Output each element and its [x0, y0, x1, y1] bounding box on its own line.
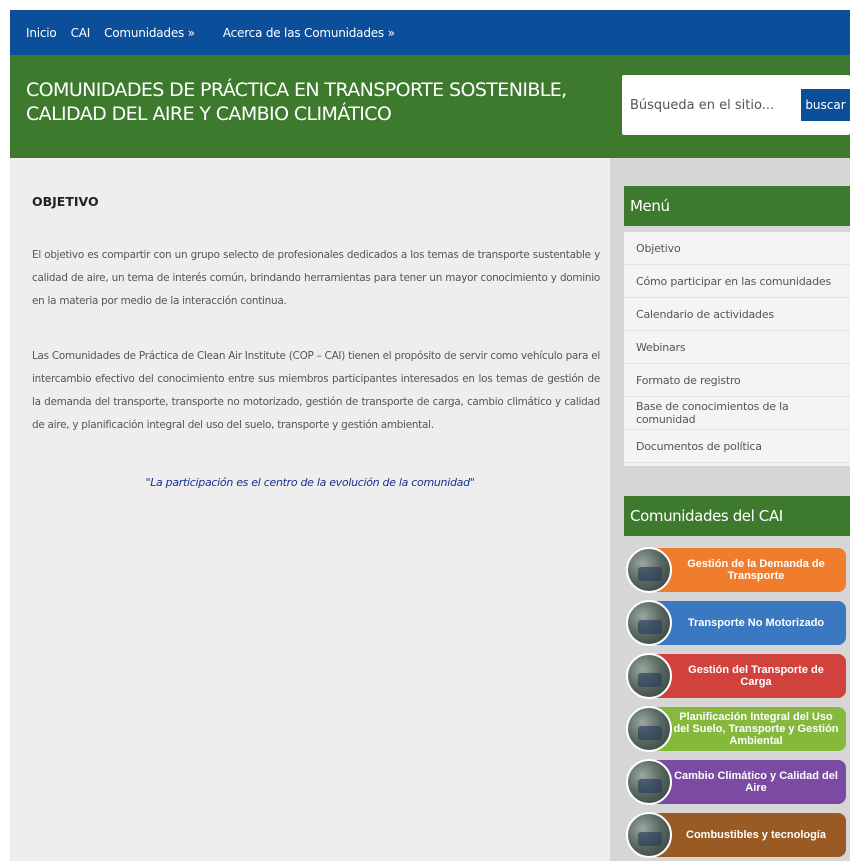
- nav-link-comunidades[interactable]: Comunidades »: [104, 26, 195, 40]
- description-paragraph: Las Comunidades de Práctica de Clean Air…: [32, 350, 601, 431]
- sidebar-menu: Objetivo Cómo participar en las comunida…: [624, 232, 850, 466]
- community-photo-icon: [626, 600, 672, 646]
- community-label: Transporte No Motorizado: [646, 601, 846, 645]
- nav-link-cai[interactable]: CAI: [71, 26, 91, 40]
- site-header: COMUNIDADES DE PRÁCTICA EN TRANSPORTE SO…: [10, 55, 850, 158]
- community-label: Planificación Integral del Uso del Suelo…: [646, 707, 846, 751]
- menu-widget-title: Menú: [624, 186, 850, 226]
- community-photo-icon: [626, 547, 672, 593]
- menu-item-webinars[interactable]: Webinars: [624, 331, 850, 364]
- community-photo-icon: [626, 653, 672, 699]
- menu-item-formato-registro[interactable]: Formato de registro: [624, 364, 850, 397]
- main-content: OBJETIVO El objetivo es compartir con un…: [10, 158, 610, 861]
- section-heading: OBJETIVO: [32, 194, 99, 209]
- menu-item-objetivo[interactable]: Objetivo: [624, 232, 850, 265]
- objective-paragraph: El objetivo es compartir con un grupo se…: [32, 249, 600, 307]
- menu-item-como-participar[interactable]: Cómo participar en las comunidades: [624, 265, 850, 298]
- top-navigation: Inicio CAI Comunidades » Acerca de las C…: [10, 10, 850, 55]
- community-photo-icon: [626, 706, 672, 752]
- site-title: COMUNIDADES DE PRÁCTICA EN TRANSPORTE SO…: [26, 79, 567, 125]
- community-banner-demanda[interactable]: Gestión de la Demanda de Transporte: [624, 544, 850, 594]
- community-label: Cambio Climático y Calidad del Aire: [646, 760, 846, 804]
- community-label: Combustibles y tecnología: [646, 813, 846, 857]
- nav-link-inicio[interactable]: Inicio: [26, 26, 57, 40]
- community-banner-cambio-climatico[interactable]: Cambio Climático y Calidad del Aire: [624, 756, 850, 806]
- community-photo-icon: [626, 759, 672, 805]
- search-button[interactable]: buscar: [801, 89, 850, 121]
- community-banner-planificacion[interactable]: Planificación Integral del Uso del Suelo…: [624, 703, 850, 753]
- search-input[interactable]: [630, 87, 798, 123]
- community-photo-icon: [626, 812, 672, 858]
- menu-item-documentos-politica[interactable]: Documentos de política: [624, 430, 850, 463]
- communities-list: Gestión de la Demanda de Transporte Tran…: [624, 544, 850, 861]
- community-banner-carga[interactable]: Gestión del Transporte de Carga: [624, 650, 850, 700]
- communities-widget-title: Comunidades del CAI: [624, 496, 850, 536]
- menu-item-base-conocimientos[interactable]: Base de conocimientos de la comunidad: [624, 397, 850, 430]
- community-banner-no-motorizado[interactable]: Transporte No Motorizado: [624, 597, 850, 647]
- search-form: buscar: [622, 75, 850, 135]
- menu-item-calendario[interactable]: Calendario de actividades: [624, 298, 850, 331]
- community-label: Gestión del Transporte de Carga: [646, 654, 846, 698]
- nav-link-acerca[interactable]: Acerca de las Comunidades »: [223, 26, 395, 40]
- community-quote: "La participación es el centro de la evo…: [145, 476, 475, 489]
- community-banner-combustibles[interactable]: Combustibles y tecnología: [624, 809, 850, 859]
- community-label: Gestión de la Demanda de Transporte: [646, 548, 846, 592]
